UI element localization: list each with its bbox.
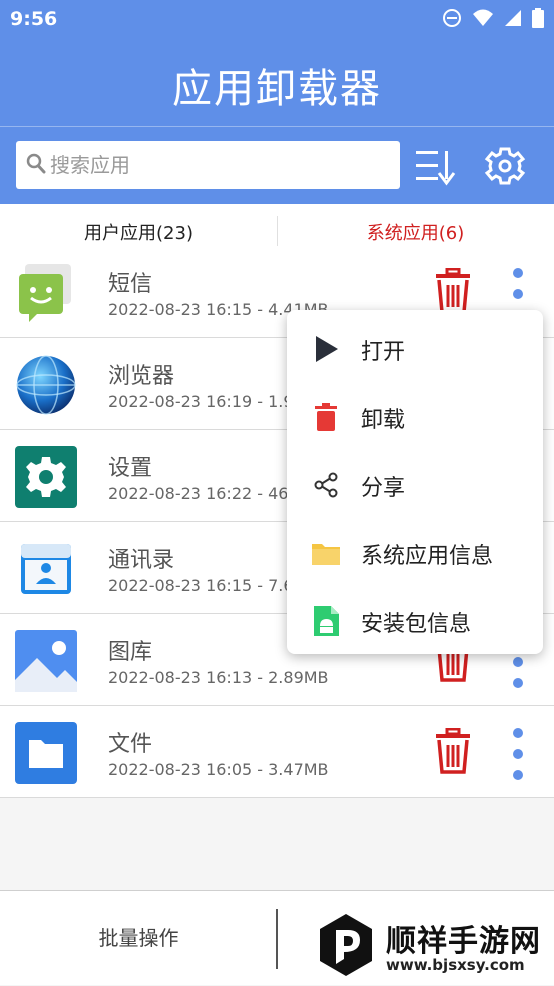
files-folder-icon [15, 722, 77, 784]
menu-item-label: 系统应用信息 [361, 544, 494, 569]
menu-item-apk-info[interactable]: 安装包信息 [287, 590, 543, 650]
search-bar [0, 126, 554, 204]
more-options-icon[interactable] [506, 728, 530, 786]
page-title: 应用卸载器 [172, 66, 382, 112]
search-icon [26, 153, 46, 174]
context-menu: 打开 卸载 分享 系统应用信息 安装包信息 [287, 310, 543, 654]
trash-icon [315, 403, 337, 431]
bottom-divider [276, 909, 278, 969]
app-name: 短信 [108, 272, 153, 297]
menu-item-uninstall[interactable]: 卸载 [287, 386, 543, 446]
app-meta: 2022-08-23 16:22 - 46 [108, 484, 289, 503]
app-name: 文件 [108, 732, 153, 757]
share-icon [314, 472, 338, 498]
app-name: 图库 [108, 640, 153, 665]
search-box[interactable] [16, 141, 400, 189]
contacts-icon [21, 544, 71, 594]
menu-item-system-app-info[interactable]: 系统应用信息 [287, 522, 543, 582]
watermark-url: www.bjsxsy.com [386, 956, 525, 974]
menu-item-label: 打开 [361, 340, 406, 365]
status-time: 9:56 [10, 8, 58, 30]
app-name: 通讯录 [108, 548, 175, 573]
gear-icon [484, 147, 526, 185]
menu-item-label: 安装包信息 [361, 612, 472, 637]
watermark-brand: 顺祥手游网 [386, 924, 541, 959]
search-input[interactable] [50, 141, 390, 189]
settings-button[interactable] [484, 145, 526, 187]
app-meta: 2022-08-23 16:05 - 3.47MB [108, 760, 329, 779]
list-item[interactable]: 文件 2022-08-23 16:05 - 3.47MB [0, 706, 554, 798]
menu-item-open[interactable]: 打开 [287, 318, 543, 378]
folder-icon [312, 544, 340, 565]
batch-operation-button[interactable]: 批量操作 [0, 891, 277, 986]
play-icon [316, 336, 338, 362]
watermark-mark-icon [320, 914, 372, 976]
menu-item-label: 分享 [361, 476, 406, 501]
status-bar: 9:56 [0, 0, 554, 38]
status-icons [442, 8, 544, 28]
sort-button[interactable] [414, 145, 456, 187]
apk-file-icon [314, 606, 339, 636]
menu-item-share[interactable]: 分享 [287, 454, 543, 514]
app-bar: 应用卸载器 [0, 38, 554, 126]
app-meta: 2022-08-23 16:15 - 7.6 [108, 576, 294, 595]
battery-icon [532, 8, 544, 28]
app-name: 设置 [108, 456, 153, 481]
sort-icon [416, 151, 456, 186]
watermark-logo: 顺祥手游网 www.bjsxsy.com [316, 912, 546, 978]
messaging-icon [19, 264, 71, 322]
menu-item-label: 卸载 [361, 408, 406, 433]
signal-icon [505, 10, 521, 26]
browser-globe-icon [16, 355, 76, 415]
app-meta: 2022-08-23 16:19 - 1.9 [108, 392, 294, 411]
settings-gear-icon [15, 446, 77, 508]
app-meta: 2022-08-23 16:13 - 2.89MB [108, 668, 329, 687]
gallery-icon [15, 630, 77, 692]
uninstall-trash-icon[interactable] [434, 268, 472, 314]
uninstall-trash-icon[interactable] [434, 728, 472, 774]
do-not-disturb-icon [443, 9, 461, 27]
wifi-icon [473, 9, 493, 26]
app-name: 浏览器 [108, 364, 175, 389]
